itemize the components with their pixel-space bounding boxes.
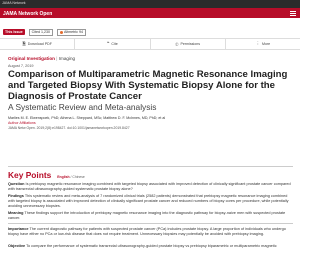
question-label: Question bbox=[8, 182, 25, 186]
article-type: Original Investigation | Imaging bbox=[8, 56, 293, 61]
abstract-importance: Importance The current diagnostic pathwa… bbox=[8, 227, 293, 237]
pdf-icon: 🗎 bbox=[22, 41, 26, 46]
divider bbox=[8, 166, 293, 167]
download-pdf-label: Download PDF bbox=[27, 42, 52, 46]
article-section[interactable]: Imaging bbox=[59, 56, 75, 61]
objective-label: Objective bbox=[8, 244, 26, 248]
publication-date: August 7, 2019 bbox=[8, 64, 34, 68]
key-points-question: Question Is prebiopsy magnetic resonance… bbox=[8, 182, 293, 192]
journal-citation: JAMA Netw Open. 2019;2(8):e198427. doi:1… bbox=[8, 125, 130, 130]
importance-text: The current diagnostic pathway for patie… bbox=[8, 227, 286, 236]
article-header: Original Investigation | Imaging August … bbox=[8, 56, 293, 130]
language-chinese[interactable]: Chinese bbox=[72, 175, 84, 179]
article-title: Comparison of Multiparametric Magnetic R… bbox=[8, 69, 288, 102]
journal-logo[interactable]: JAMA Network Open bbox=[3, 11, 52, 17]
permissions-label: Permissions bbox=[180, 42, 201, 46]
author-list[interactable]: Marlies M. E. Elwenspoek, PhD; Athena L.… bbox=[8, 116, 293, 120]
key-points-findings: Findings This systematic review and meta… bbox=[8, 194, 293, 209]
more-icon: ⋮ bbox=[255, 41, 260, 46]
cite-button[interactable]: ❝ Cite bbox=[75, 39, 151, 49]
copyright-icon: © bbox=[175, 41, 179, 47]
brand-bar: JAMA Network Open bbox=[0, 8, 300, 18]
citations-badge[interactable]: Cited 1,230 bbox=[28, 28, 53, 36]
altmetric-icon bbox=[59, 30, 63, 34]
question-text: Is prebiopsy magnetic resonance imaging … bbox=[8, 182, 291, 191]
network-name[interactable]: JAMA Network bbox=[2, 1, 26, 5]
language-english[interactable]: English bbox=[57, 175, 69, 179]
abstract-objective: Objective To compare the performance of … bbox=[8, 244, 293, 249]
top-bar: JAMA Network bbox=[0, 0, 300, 8]
key-points-meaning: Meaning These findings support the intro… bbox=[8, 211, 293, 221]
quote-icon: ❝ bbox=[106, 41, 110, 46]
altmetric-label: Altmetric 94 bbox=[63, 30, 83, 34]
findings-label: Findings bbox=[8, 194, 24, 198]
cite-label: Cite bbox=[111, 42, 118, 46]
meaning-text: These findings support the introduction … bbox=[8, 211, 286, 220]
article-action-bar: 🗎 Download PDF ❝ Cite © Permissions ⋮ Mo… bbox=[0, 38, 300, 50]
findings-text: This systematic review and meta-analysis… bbox=[8, 194, 289, 208]
key-points-title: Key Points bbox=[8, 170, 52, 180]
article-subtitle: A Systematic Review and Meta-analysis bbox=[8, 102, 157, 113]
menu-icon[interactable] bbox=[290, 10, 296, 16]
article-type-label[interactable]: Original Investigation bbox=[8, 56, 55, 61]
altmetric-badge[interactable]: Altmetric 94 bbox=[56, 28, 86, 36]
download-pdf-button[interactable]: 🗎 Download PDF bbox=[0, 39, 76, 49]
importance-label: Importance bbox=[8, 227, 29, 231]
objective-text: To compare the performance of systematic… bbox=[26, 244, 277, 248]
more-label: More bbox=[261, 42, 271, 46]
key-points-header: Key Points English / Chinese bbox=[8, 170, 85, 180]
divider bbox=[8, 223, 293, 224]
article-metrics: This Issue Cited 1,230 Altmetric 94 bbox=[3, 28, 86, 36]
meaning-label: Meaning bbox=[8, 211, 24, 215]
permissions-button[interactable]: © Permissions bbox=[151, 39, 226, 49]
this-issue-badge[interactable]: This Issue bbox=[3, 29, 25, 35]
author-affiliations-link[interactable]: Author Affiliations bbox=[8, 121, 293, 125]
more-button[interactable]: ⋮ More bbox=[226, 39, 300, 49]
language-toggle[interactable]: English / Chinese bbox=[57, 175, 85, 179]
article-type-separator: | bbox=[56, 56, 58, 61]
